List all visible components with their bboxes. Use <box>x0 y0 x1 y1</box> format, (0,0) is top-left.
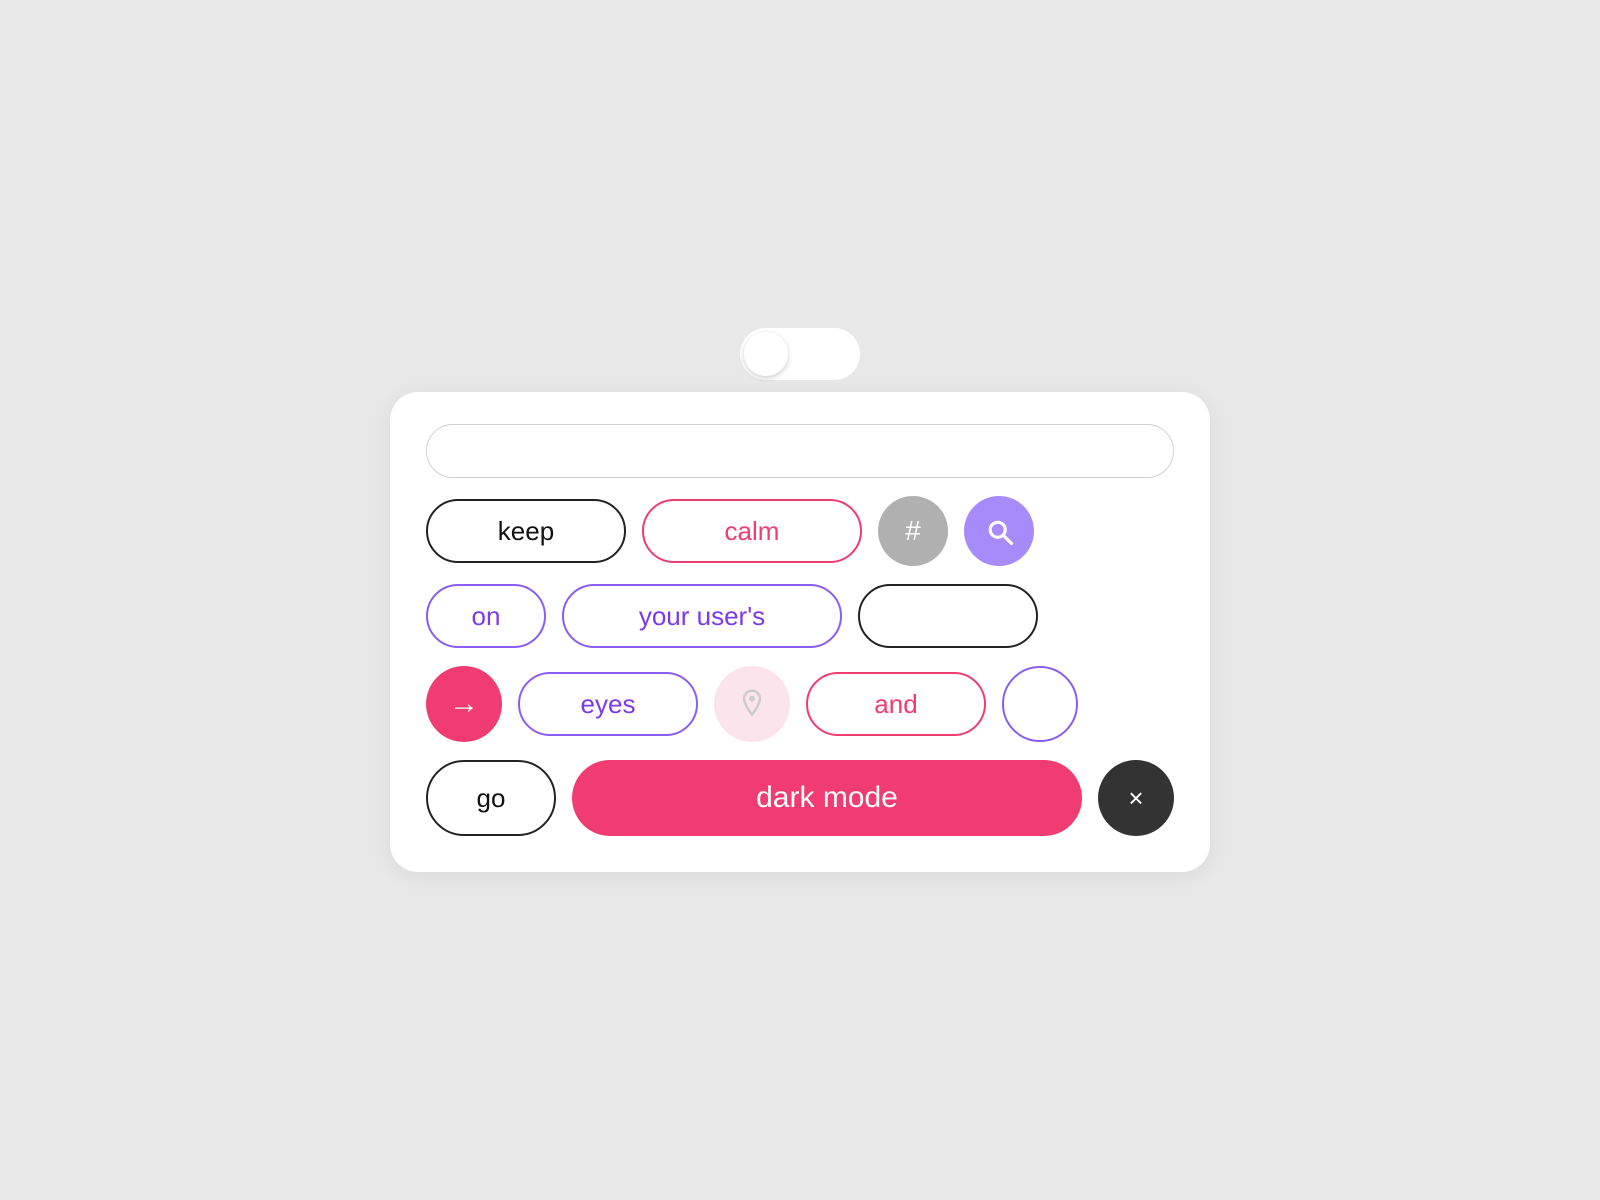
row-1: keep calm # <box>426 496 1174 566</box>
location-pin-icon <box>736 688 768 720</box>
hash-icon: # <box>905 515 921 547</box>
page-wrapper: keep calm # on your user's <box>390 328 1210 872</box>
row-3: → eyes and <box>426 666 1174 742</box>
main-card: keep calm # on your user's <box>390 392 1210 872</box>
hash-button[interactable]: # <box>878 496 948 566</box>
calm-button[interactable]: calm <box>642 499 862 563</box>
toggle-container <box>740 328 860 380</box>
search-input[interactable] <box>426 424 1174 478</box>
toggle-knob <box>744 332 788 376</box>
empty-pill-row2[interactable] <box>858 584 1038 648</box>
row-2: on your user's <box>426 584 1174 648</box>
arrow-button[interactable]: → <box>426 666 502 742</box>
close-button[interactable]: × <box>1098 760 1174 836</box>
arrow-right-icon: → <box>449 687 479 721</box>
your-users-button[interactable]: your user's <box>562 584 842 648</box>
row-4: go dark mode × <box>426 760 1174 836</box>
dark-mode-button[interactable]: dark mode <box>572 760 1082 836</box>
search-button[interactable] <box>964 496 1034 566</box>
toggle-switch[interactable] <box>740 328 860 380</box>
eyes-button[interactable]: eyes <box>518 672 698 736</box>
empty-circle-row3[interactable] <box>1002 666 1078 742</box>
search-row <box>426 424 1174 478</box>
go-button[interactable]: go <box>426 760 556 836</box>
keep-button[interactable]: keep <box>426 499 626 563</box>
location-button[interactable] <box>714 666 790 742</box>
close-icon: × <box>1128 783 1143 814</box>
on-button[interactable]: on <box>426 584 546 648</box>
and-button[interactable]: and <box>806 672 986 736</box>
search-icon <box>984 516 1014 546</box>
